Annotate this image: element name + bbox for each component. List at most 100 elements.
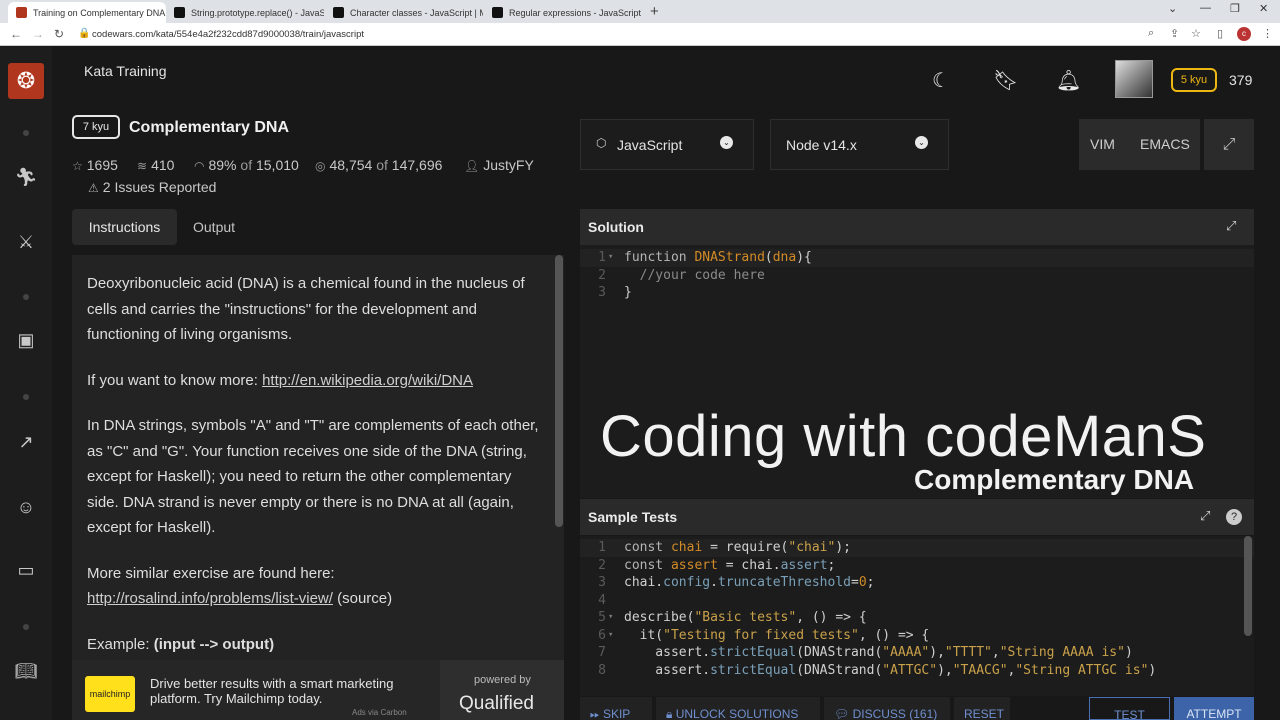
url-field[interactable]: codewars.com/kata/554e4a2f232cdd87d90000… (92, 29, 364, 40)
tab-output[interactable]: Output (193, 219, 235, 235)
forward-icon[interactable]: → (32, 27, 44, 41)
attempts-count: 147,696 (391, 157, 443, 173)
chat-icon[interactable]: ▭ (14, 560, 38, 581)
code-line[interactable]: 8 assert.strictEqual(DNAStrand("ATTGC"),… (580, 662, 1254, 680)
description-text: Example: (87, 635, 154, 653)
code-line[interactable]: 3} (580, 284, 1254, 302)
code-token: "chai" (788, 540, 836, 555)
tab-instructions[interactable]: Instructions (72, 209, 177, 245)
code-text: //your code here (624, 267, 765, 285)
share-icon[interactable]: ⇪ (1170, 27, 1179, 40)
minimize-icon[interactable]: — (1200, 2, 1211, 14)
code-text: assert.strictEqual(DNAStrand("ATTGC"),"T… (624, 662, 1156, 680)
briefcase-icon[interactable]: ▣ (14, 330, 38, 351)
code-line[interactable]: 5 ▾ describe("Basic tests", () => { (580, 609, 1254, 627)
user-avatar[interactable] (1115, 60, 1153, 98)
author-stat[interactable]: 👤︎ JustyFY (464, 157, 534, 173)
restore-icon[interactable]: ❐ (1230, 2, 1240, 15)
training-icon[interactable]: 🏃︎ (14, 167, 38, 188)
sample-tests-editor[interactable]: 1 const chai = require("chai"); 2 const ass… (580, 536, 1254, 696)
example-format: (input --> output) (153, 635, 275, 653)
tab-search-icon[interactable]: ⌄ (1168, 2, 1177, 15)
skip-icon: ⏩︎ (590, 707, 603, 720)
code-token: config (663, 575, 711, 590)
reset-button[interactable]: RESET (954, 697, 1010, 720)
chevron-down-icon: ⌄ (915, 136, 928, 149)
code-line[interactable]: 2 const assert = chai.assert; (580, 557, 1254, 575)
browser-tab-3[interactable]: Character classes - JavaScript | M ✕ (325, 2, 483, 23)
description-scrollbar[interactable] (555, 255, 563, 527)
browser-tab-2[interactable]: String.prototype.replace() - JavaS ✕ (166, 2, 324, 23)
fold-arrow-icon[interactable]: ▾ (608, 627, 613, 645)
leaderboard-trend-icon[interactable]: ↗ (14, 432, 38, 453)
back-icon[interactable]: ← (10, 27, 22, 41)
test-button[interactable]: TEST (1089, 697, 1170, 720)
reload-icon[interactable]: ↻ (54, 27, 64, 41)
code-token: DNAStrand (694, 250, 765, 265)
browser-tab-4[interactable]: Regular expressions - JavaScript ✕ (484, 2, 642, 23)
code-line[interactable]: 7 assert.strictEqual(DNAStrand("AAAA"),"… (580, 644, 1254, 662)
code-text: const chai = require("chai"); (624, 539, 851, 557)
docs-book-icon[interactable]: 📖︎ (14, 661, 38, 682)
emacs-mode-button[interactable]: EMACS (1140, 136, 1190, 152)
notifications-bell-icon[interactable]: 🔔︎ (1056, 68, 1081, 93)
close-window-icon[interactable]: ✕ (1259, 2, 1268, 15)
discuss-button[interactable]: 💬︎ DISCUSS (161) (824, 697, 950, 720)
qualified-branding[interactable]: powered by Qualified (440, 660, 564, 720)
bookmarks-icon[interactable]: 🔖︎ (993, 68, 1018, 93)
code-line[interactable]: 1 const chai = require("chai"); (580, 539, 1254, 557)
practice-icon[interactable]: ⚔ (14, 232, 38, 253)
wikipedia-link[interactable]: http://en.wikipedia.org/wiki/DNA (262, 372, 473, 389)
line-number: 4 (598, 592, 606, 608)
collections-stat[interactable]: ≋ 410 (137, 157, 174, 173)
code-line[interactable]: 6 ▾ it("Testing for fixed tests", () => { (580, 627, 1254, 645)
ad-text[interactable]: Drive better results with a smart market… (150, 676, 420, 706)
new-tab-icon[interactable]: + (650, 3, 659, 20)
discord-icon[interactable]: ☺ (14, 497, 38, 518)
line-number: 8 (598, 662, 606, 678)
mdn-favicon-icon (174, 7, 185, 18)
code-token: "AAAA" (882, 645, 930, 660)
user-rank-badge[interactable]: 5 kyu (1171, 68, 1217, 92)
stars-stat[interactable]: ☆ 1695 (72, 157, 118, 173)
ad-banner[interactable]: mailchimp Drive better results with a sm… (72, 660, 564, 720)
browser-profile-avatar[interactable]: c (1237, 27, 1251, 41)
side-panel-icon[interactable]: ▯ (1217, 27, 1223, 40)
code-line[interactable]: 3 chai.config.truncateThreshold=0; (580, 574, 1254, 592)
ad-byline[interactable]: Ads via Carbon (352, 708, 407, 717)
code-token: = (851, 575, 859, 590)
menu-dots-icon[interactable]: ⋮ (1262, 27, 1273, 40)
expand-icon[interactable]: ⤢ (1226, 218, 1236, 234)
attempt-button[interactable]: ATTEMPT (1174, 697, 1254, 720)
fold-arrow-icon[interactable]: ▾ (608, 249, 613, 267)
rosalind-link[interactable]: http://rosalind.info/problems/list-view/ (87, 590, 333, 607)
tests-scrollbar[interactable] (1244, 536, 1252, 636)
expand-icon[interactable]: ⤢ (1200, 508, 1210, 524)
code-token: "TAACG" (952, 662, 1008, 678)
code-line[interactable]: 4 (580, 592, 1254, 610)
bookmark-star-icon[interactable]: ☆ (1191, 27, 1201, 40)
code-token: ) (1124, 645, 1133, 660)
target-icon: ◎ (315, 159, 326, 173)
close-tab-icon[interactable]: ✕ (641, 7, 642, 18)
vim-mode-button[interactable]: VIM (1090, 136, 1115, 152)
mailchimp-logo: mailchimp (85, 676, 135, 712)
code-line[interactable]: 2 //your code here (580, 267, 1254, 285)
dark-mode-moon-icon[interactable]: ☾ (932, 68, 950, 93)
codewars-logo-icon[interactable]: ❂ (8, 63, 44, 99)
unlock-solutions-button[interactable]: 🔒︎ UNLOCK SOLUTIONS (656, 697, 820, 720)
issues-label[interactable]: 2 Issues Reported (103, 179, 217, 195)
issues-reported[interactable]: ⚠ 2 Issues Reported (88, 179, 216, 195)
browser-tab-1[interactable]: Training on Complementary DNA ✕ (8, 2, 166, 23)
code-token: strictEqual (710, 645, 797, 660)
author-name[interactable]: JustyFY (483, 157, 534, 173)
fold-arrow-icon[interactable]: ▾ (608, 609, 613, 627)
language-select[interactable]: ⬡ JavaScript ⌄ (580, 119, 754, 170)
fullscreen-icon[interactable]: ⤢ (1204, 119, 1254, 170)
lock-icon: 🔒 (78, 28, 91, 39)
help-icon[interactable]: ? (1226, 509, 1242, 525)
runtime-version-select[interactable]: Node v14.x ⌄ (770, 119, 949, 170)
zoom-icon[interactable]: ⌕ (1148, 27, 1154, 40)
skip-button[interactable]: ⏩︎ SKIP (580, 697, 652, 720)
code-line[interactable]: 1 ▾ function DNAStrand(dna){ (580, 249, 1254, 267)
